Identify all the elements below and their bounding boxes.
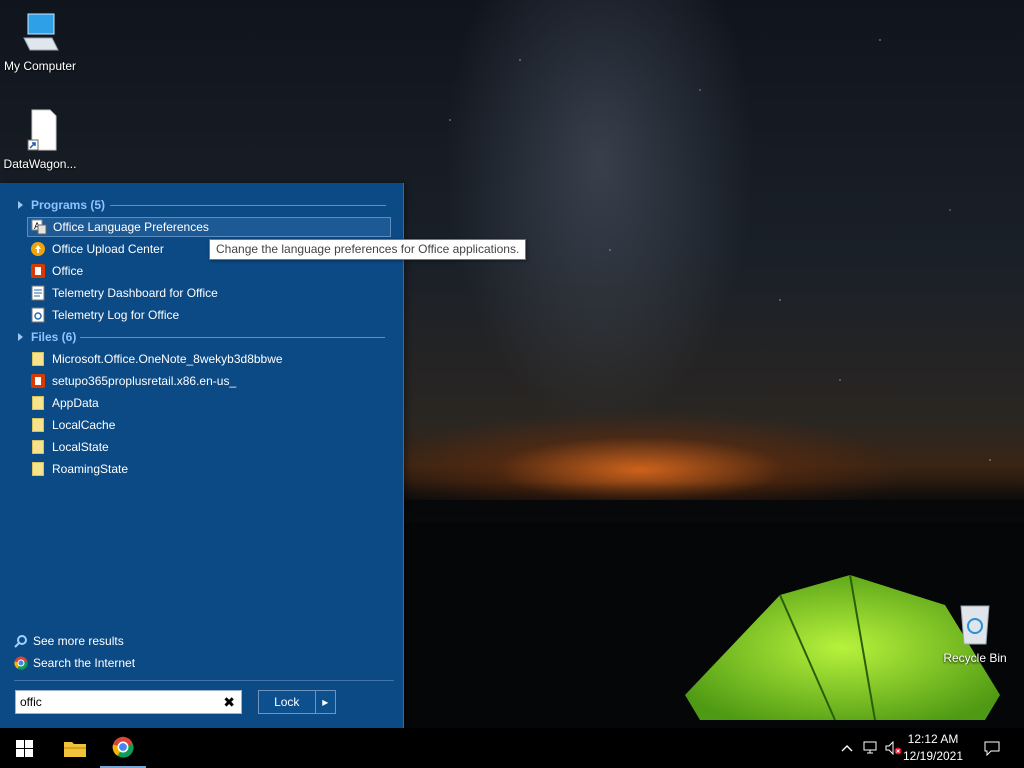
chevron-up-icon [841, 745, 853, 752]
group-title: Programs (5) [31, 198, 106, 212]
shortcut-file-icon [27, 109, 57, 151]
result-label: Office Language Preferences [53, 220, 209, 234]
result-item-office[interactable]: Office [27, 261, 391, 281]
folder-icon [30, 439, 46, 455]
start-button[interactable] [0, 728, 48, 768]
notification-icon [984, 741, 1000, 756]
result-label: Telemetry Dashboard for Office [52, 286, 218, 300]
search-input[interactable] [20, 693, 215, 711]
link-label: Search the Internet [33, 656, 136, 670]
clock-date: 12/19/2021 [902, 749, 964, 763]
expand-triangle-icon [18, 333, 23, 341]
chrome-icon [112, 736, 134, 758]
divider [80, 337, 385, 338]
desktop-icon-label: DataWagon... [3, 157, 77, 171]
group-header-programs[interactable]: Programs (5) [18, 197, 388, 213]
result-item-file[interactable]: RoamingState [27, 459, 391, 479]
network-icon [863, 741, 877, 754]
desktop-icon-recycle-bin[interactable]: Recycle Bin [935, 602, 1015, 665]
folder-icon [30, 395, 46, 411]
result-item-file[interactable]: LocalCache [27, 415, 391, 435]
result-label: RoamingState [52, 462, 129, 476]
taskbar: 12:12 AM 12/19/2021 [0, 728, 1024, 768]
group-title: Files (6) [31, 330, 77, 344]
result-label: Telemetry Log for Office [52, 308, 180, 322]
language-icon: A [31, 219, 47, 235]
clear-search-icon[interactable]: ✖ [223, 694, 235, 710]
tooltip: Change the language preferences for Offi… [209, 239, 527, 260]
show-hidden-icons-button[interactable] [838, 728, 856, 768]
divider [110, 205, 386, 206]
magnifier-icon [14, 635, 27, 648]
start-icon [15, 739, 33, 757]
taskbar-file-explorer[interactable] [52, 728, 98, 768]
dashboard-icon [30, 285, 46, 301]
result-label: Office Upload Center [52, 242, 164, 256]
result-label: Microsoft.Office.OneNote_8wekyb3d8bbwe [52, 352, 283, 366]
clock-time: 12:12 AM [907, 732, 959, 746]
chrome-icon [14, 656, 28, 670]
folder-icon [30, 351, 46, 367]
result-item-file[interactable]: Microsoft.Office.OneNote_8wekyb3d8bbwe [27, 349, 391, 369]
folder-icon [30, 417, 46, 433]
result-item-file[interactable]: AppData [27, 393, 391, 413]
result-item-telemetry-log[interactable]: Telemetry Log for Office [27, 305, 391, 325]
result-item-file[interactable]: LocalState [27, 437, 391, 457]
network-tray-button[interactable] [860, 728, 882, 768]
upload-center-icon [30, 241, 46, 257]
result-label: LocalCache [52, 418, 116, 432]
office-icon [30, 263, 46, 279]
result-label: Office [52, 264, 84, 278]
desktop-icon-label: My Computer [3, 59, 77, 73]
desktop-icon-label: Recycle Bin [943, 651, 1007, 665]
chevron-right-icon[interactable]: ▸ [316, 695, 335, 709]
lock-label: Lock [259, 691, 316, 713]
action-center-button[interactable] [976, 728, 1008, 768]
result-label: AppData [52, 396, 99, 410]
divider [14, 680, 394, 681]
computer-icon [23, 13, 59, 51]
result-item-office-language-preferences[interactable]: A Office Language Preferences [27, 217, 391, 237]
result-item-file[interactable]: setupo365proplusretail.x86.en-us_ [27, 371, 391, 391]
result-item-telemetry-dashboard[interactable]: Telemetry Dashboard for Office [27, 283, 391, 303]
file-explorer-icon [64, 742, 86, 757]
expand-triangle-icon [18, 201, 23, 209]
result-label: setupo365proplusretail.x86.en-us_ [52, 374, 237, 388]
search-box: ✖ [15, 690, 242, 714]
link-label: See more results [33, 634, 124, 648]
desktop-icon-my-computer[interactable]: My Computer [0, 10, 80, 73]
search-internet-link[interactable]: Search the Internet [14, 654, 135, 672]
folder-icon [30, 461, 46, 477]
taskbar-clock[interactable]: 12:12 AM 12/19/2021 [898, 731, 968, 765]
recycle-bin-icon [960, 605, 990, 645]
taskbar-chrome[interactable] [100, 728, 146, 768]
office-setup-icon [30, 373, 46, 389]
log-icon [30, 307, 46, 323]
group-header-files[interactable]: Files (6) [18, 329, 388, 345]
lock-button[interactable]: Lock ▸ [258, 690, 336, 714]
desktop-icon-datawagon[interactable]: DataWagon... [0, 108, 80, 171]
see-more-results-link[interactable]: See more results [14, 632, 124, 650]
result-label: LocalState [52, 440, 109, 454]
